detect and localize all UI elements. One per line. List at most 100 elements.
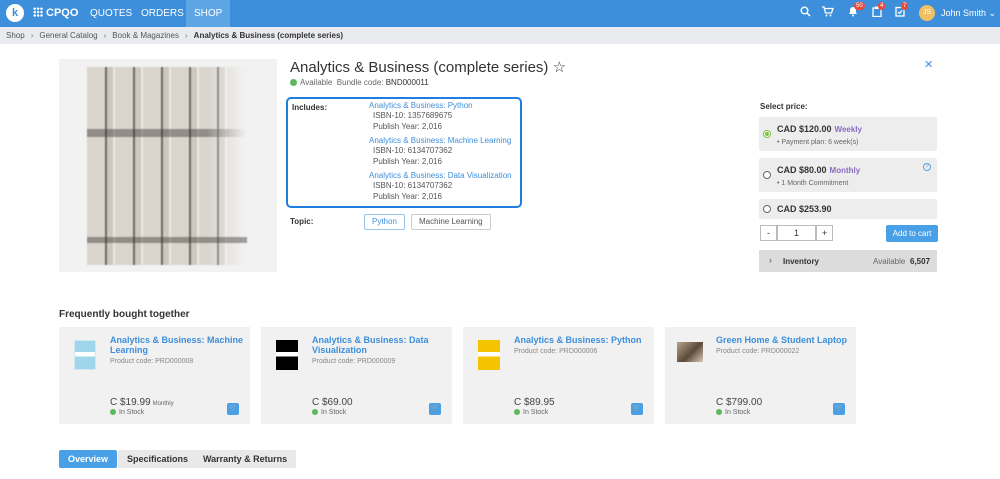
stock-status: In Stock [110,409,144,416]
check-circle-icon [312,409,318,415]
quotes-badge: 4 [878,2,886,10]
tasks-icon[interactable]: 7 [895,2,909,20]
product-card-price: C $799.00 [716,397,763,408]
price-option-monthly[interactable]: CAD $80.00 Monthly • 1 Month Commitment ? [759,158,937,192]
bell-icon[interactable]: 50 [848,2,865,20]
chevron-down-icon: ⌄ [988,8,997,18]
nav-shop[interactable]: SHOP [186,0,231,27]
availability-line: Available Bundle code: BND000011 [290,78,429,87]
product-card-code: Product code: PRD000009 [312,358,396,365]
product-card-name[interactable]: Green Home & Student Laptop [716,335,851,345]
included-item: Analytics & Business: Data Visualization… [369,171,512,202]
help-icon[interactable]: ? [923,163,931,171]
product-thumbnail[interactable] [276,340,298,370]
included-item-link[interactable]: Analytics & Business: Machine Learning [369,136,511,145]
product-card: Analytics & Business: Machine Learning P… [59,327,250,424]
avatar[interactable]: JS [919,5,935,21]
price-option-weekly[interactable]: CAD $120.00 Weekly • Payment plan: 6 week… [759,117,937,151]
price-plan: • 1 Month Commitment [777,180,849,187]
product-card-price: C $89.95 [514,397,555,408]
includes-label: Includes: [292,103,328,112]
radio-unselected[interactable] [763,171,771,179]
radio-unselected[interactable] [763,205,771,213]
check-circle-icon [716,409,722,415]
included-item: Analytics & Business: Machine Learning I… [369,136,511,167]
product-thumbnail[interactable] [74,340,96,370]
close-icon[interactable]: ✕ [924,58,933,71]
inventory-row[interactable]: › Inventory Available 6,507 [759,250,937,272]
breadcrumb-general-catalog[interactable]: General Catalog [39,31,97,40]
topic-tag-python[interactable]: Python [364,214,405,230]
bundle-code-label: Bundle code: [336,78,384,87]
included-item-year: Publish Year: 2,016 [373,122,442,131]
price-amount: CAD $80.00 Monthly [777,165,861,175]
product-card: Green Home & Student Laptop Product code… [665,327,856,424]
product-card-name[interactable]: Analytics & Business: Python [514,335,649,345]
inventory-count: 6,507 [910,257,931,266]
add-to-cart-button[interactable]: Add to cart [886,225,938,242]
book-spines-photo [87,67,247,265]
user-menu[interactable]: John Smith ⌄ [941,8,996,19]
product-thumbnail[interactable] [677,342,703,362]
cart-icon[interactable] [822,6,834,20]
add-to-cart-icon[interactable]: 🛒 [833,403,845,415]
included-item: Analytics & Business: Python ISBN-10: 13… [369,101,473,132]
tab-overview[interactable]: Overview [59,450,118,468]
included-item-link[interactable]: Analytics & Business: Data Visualization [369,171,512,180]
product-thumbnail[interactable] [478,340,500,370]
breadcrumb-shop[interactable]: Shop [6,31,25,40]
select-price-label: Select price: [760,102,808,111]
included-item-link[interactable]: Analytics & Business: Python [369,101,473,110]
stock-status: In Stock [514,409,548,416]
apps-grid-icon [33,7,43,17]
quotes-icon[interactable]: 4 [872,2,886,20]
topic-tag-machine-learning[interactable]: Machine Learning [411,214,491,230]
app-logo[interactable]: k [6,4,24,22]
breadcrumb: Shop › General Catalog › Book & Magazines › An… [0,27,1000,44]
notifications-badge: 50 [854,2,865,10]
qty-plus-button[interactable]: + [816,225,833,241]
add-to-cart-icon[interactable]: 🛒 [429,403,441,415]
includes-box: Includes: Analytics & Business: Python I… [286,97,522,208]
search-icon[interactable] [800,6,811,20]
top-nav: k CPQO QUOTES ORDERS SHOP 50 4 7 JS John… [0,0,1000,27]
price-period: Monthly [829,166,861,175]
product-card-price: C $69.00 [312,397,353,408]
app-switcher[interactable]: CPQO [33,7,78,19]
app-name: CPQO [46,7,79,19]
product-card-code: Product code: PRD000022 [716,348,800,355]
add-to-cart-icon[interactable]: 🛒 [631,403,643,415]
check-circle-icon [514,409,520,415]
topic-label: Topic: [290,217,314,226]
included-item-isbn: ISBN-10: 6134707362 [373,146,453,155]
tasks-badge: 7 [901,2,909,10]
product-card-code: Product code: PRD000008 [110,358,194,365]
inventory-available-label: Available [873,257,906,266]
breadcrumb-books-magazines[interactable]: Book & Magazines [112,31,179,40]
price-period: Weekly [834,125,862,134]
chevron-right-icon: › [103,31,107,40]
page-title: Analytics & Business (complete series) ☆ [290,59,567,76]
quantity-input[interactable]: 1 [777,225,816,241]
availability-status: Available [300,78,333,87]
stock-status: In Stock [716,409,750,416]
check-circle-icon [110,409,116,415]
tab-specifications[interactable]: Specifications [118,450,198,468]
product-card-name[interactable]: Analytics & Business: Machine Learning [110,335,245,355]
product-card-price: C $19.99 Monthly [110,397,174,408]
price-plan: • Payment plan: 6 week(s) [777,139,859,146]
chevron-right-icon: › [30,31,34,40]
tab-warranty-returns[interactable]: Warranty & Returns [194,450,297,468]
price-option-one-time[interactable]: CAD $253.90 [759,199,937,219]
price-amount: CAD $253.90 [777,204,832,214]
radio-selected[interactable] [763,130,771,138]
included-item-year: Publish Year: 2,016 [373,157,442,166]
nav-orders[interactable]: ORDERS [133,0,192,27]
product-card: Analytics & Business: Data Visualization… [261,327,452,424]
product-card-code: Product code: PRD000006 [514,348,598,355]
qty-minus-button[interactable]: - [760,225,777,241]
user-name: John Smith [941,8,987,18]
nav-quotes[interactable]: QUOTES [82,0,140,27]
add-to-cart-icon[interactable]: 🛒 [227,403,239,415]
product-card-name[interactable]: Analytics & Business: Data Visualization [312,335,447,355]
